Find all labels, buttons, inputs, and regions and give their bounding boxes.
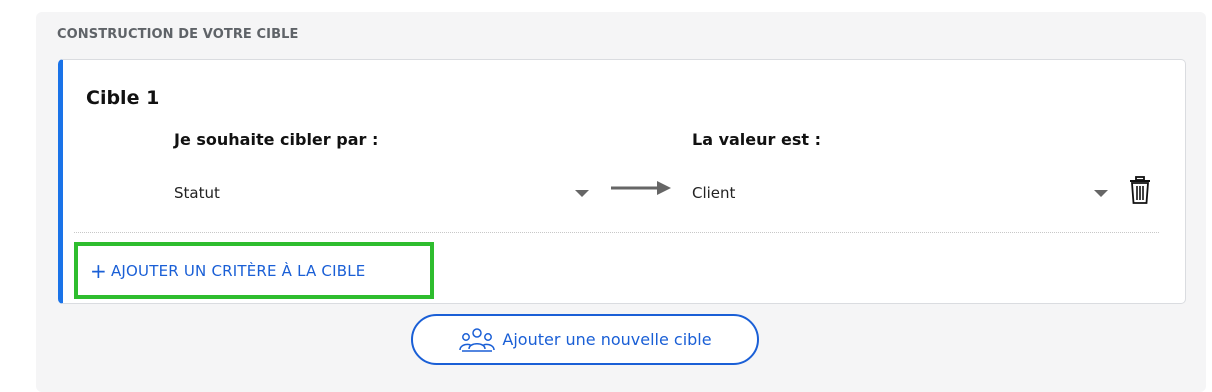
chevron-down-icon[interactable]	[575, 190, 589, 197]
divider	[74, 232, 1159, 233]
value-select[interactable]: Client	[692, 184, 735, 202]
add-new-target-button[interactable]: Ajouter une nouvelle cible	[411, 314, 759, 365]
target-card: Cible 1 Je souhaite cibler par : La vale…	[58, 59, 1186, 304]
target-card-title: Cible 1	[86, 87, 160, 109]
trash-icon[interactable]	[1129, 176, 1151, 208]
value-label: La valeur est :	[692, 130, 821, 149]
arrow-right-icon	[611, 180, 673, 199]
add-new-target-label: Ajouter une nouvelle cible	[502, 330, 712, 349]
chevron-down-icon[interactable]	[1094, 190, 1108, 197]
users-group-icon	[459, 327, 496, 352]
criterion-select[interactable]: Statut	[174, 184, 220, 202]
criterion-label: Je souhaite cibler par :	[174, 130, 379, 149]
add-criterion-button[interactable]: + AJOUTER UN CRITÈRE À LA CIBLE	[74, 242, 434, 299]
plus-icon: +	[90, 258, 107, 283]
section-title: CONSTRUCTION DE VOTRE CIBLE	[57, 27, 299, 42]
add-criterion-label: AJOUTER UN CRITÈRE À LA CIBLE	[110, 261, 366, 280]
